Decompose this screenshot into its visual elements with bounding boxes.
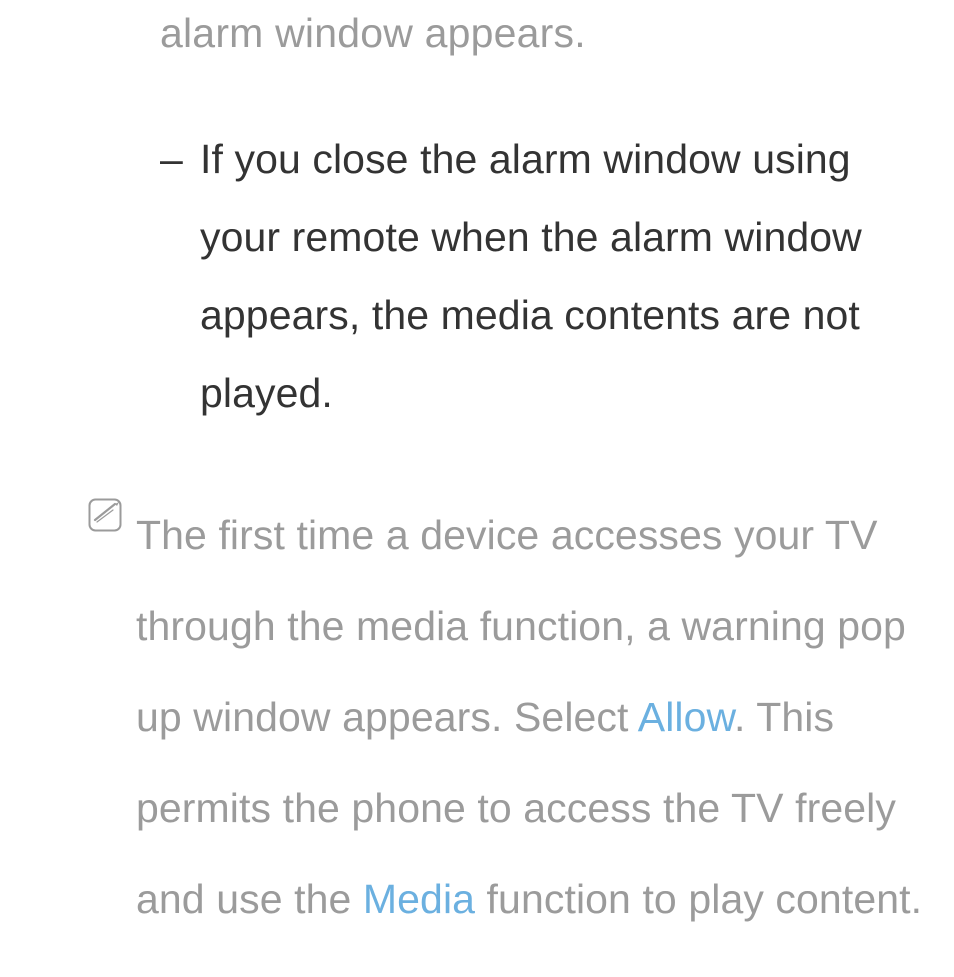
bullet-text: If you close the alarm window using your… xyxy=(200,120,930,432)
note-icon xyxy=(88,498,122,532)
note-text: The first time a device accesses your TV… xyxy=(136,490,938,945)
link-media[interactable]: Media xyxy=(363,876,475,922)
bullet-item: – If you close the alarm window using yo… xyxy=(160,120,930,432)
note-block: The first time a device accesses your TV… xyxy=(88,490,938,945)
note-text-post: function to play content. xyxy=(475,876,922,922)
link-allow[interactable]: Allow xyxy=(638,694,734,740)
bullet-dash: – xyxy=(160,120,200,198)
fragment-previous-page-tail: alarm window appears. xyxy=(160,10,586,57)
